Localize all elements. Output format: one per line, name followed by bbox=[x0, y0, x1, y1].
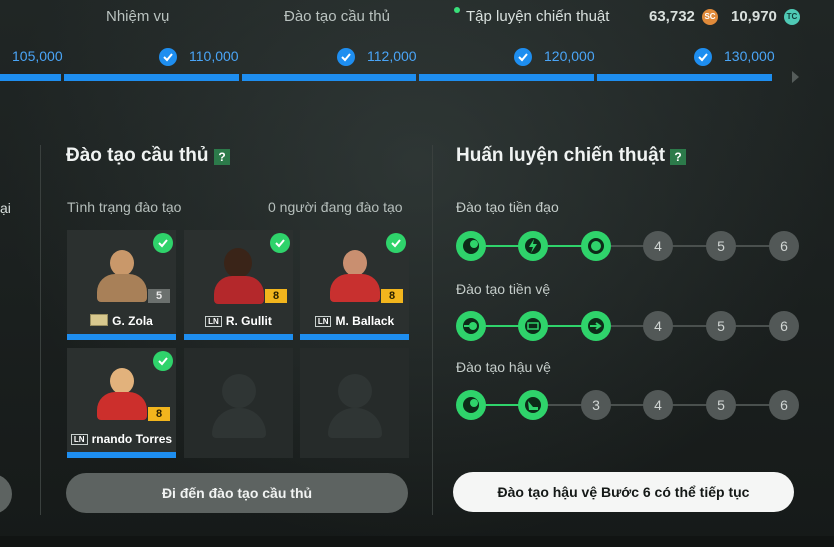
reward-value: 120,000 bbox=[544, 48, 595, 64]
pitch-icon[interactable] bbox=[518, 311, 548, 341]
training-status-label: Tình trạng đào tạo bbox=[67, 199, 182, 215]
player-portrait-body bbox=[97, 274, 147, 302]
reward-value: 110,000 bbox=[189, 48, 239, 64]
season-tag: LN bbox=[70, 434, 88, 445]
sc-coin-icon: SC bbox=[702, 9, 718, 25]
empty-card-slot[interactable] bbox=[184, 348, 293, 458]
card-progress-bar bbox=[67, 334, 176, 340]
card-progress-bar bbox=[300, 334, 409, 340]
training-step[interactable]: 5 bbox=[706, 231, 736, 261]
shield-ball-icon[interactable] bbox=[456, 390, 486, 420]
training-step[interactable]: 6 bbox=[769, 231, 799, 261]
panel-title: Huấn luyện chiến thuật bbox=[456, 145, 666, 166]
player-portrait bbox=[343, 250, 367, 276]
tab-player-training[interactable]: Đào tạo cầu thủ bbox=[284, 8, 390, 25]
player-portrait bbox=[110, 368, 134, 394]
player-portrait-body bbox=[214, 276, 264, 304]
training-step[interactable]: 4 bbox=[643, 311, 673, 341]
lightning-icon[interactable] bbox=[518, 231, 548, 261]
progress-segment bbox=[0, 74, 61, 81]
player-portrait-body bbox=[97, 392, 147, 420]
defense-training-label: Đào tạo hậu vệ bbox=[456, 359, 551, 375]
panel-title: Đào tạo cầu thủ bbox=[66, 145, 209, 166]
tc-balance: 10,970 bbox=[731, 8, 777, 25]
check-icon bbox=[153, 233, 173, 253]
sc-balance: 63,732 bbox=[649, 8, 695, 25]
go-to-player-training-button[interactable]: Đi đến đào tạo cầu thủ bbox=[66, 473, 408, 513]
player-portrait bbox=[224, 248, 252, 278]
forward-training-label: Đào tạo tiền đạo bbox=[456, 199, 559, 215]
training-level-badge: 5 bbox=[148, 289, 170, 303]
progress-segment bbox=[597, 74, 772, 81]
season-tag: LN bbox=[314, 316, 332, 327]
shield-ball-icon[interactable] bbox=[456, 231, 486, 261]
training-level-badge: 8 bbox=[265, 289, 287, 303]
tab-missions[interactable]: Nhiệm vụ bbox=[106, 8, 169, 25]
bottom-bar bbox=[0, 536, 834, 547]
reward-value: 130,000 bbox=[724, 48, 775, 64]
player-card[interactable]: 8 LN rnando Torres bbox=[67, 348, 176, 458]
top-nav: Nhiệm vụ Đào tạo cầu thủ Tập luyện chiến… bbox=[0, 0, 834, 36]
training-step[interactable]: 5 bbox=[706, 390, 736, 420]
training-count-label: 0 người đang đào tạo bbox=[268, 199, 403, 215]
boot-icon[interactable] bbox=[518, 390, 548, 420]
tc-coin-icon: TC bbox=[784, 9, 800, 25]
midfield-training-label: Đào tạo tiền vệ bbox=[456, 281, 551, 297]
training-step[interactable]: 6 bbox=[769, 311, 799, 341]
player-card[interactable]: 8 LN M. Ballack bbox=[300, 230, 409, 340]
training-step[interactable]: 6 bbox=[769, 390, 799, 420]
training-step[interactable]: 4 bbox=[643, 390, 673, 420]
icon-class-badge-icon bbox=[90, 314, 109, 326]
card-progress-bar bbox=[67, 452, 176, 458]
clipped-panel-text: ại bbox=[0, 200, 11, 216]
check-icon bbox=[337, 48, 355, 66]
player-card[interactable]: 5 G. Zola bbox=[67, 230, 176, 340]
player-name: G. Zola bbox=[67, 314, 176, 328]
divider bbox=[40, 145, 41, 515]
empty-player-body bbox=[212, 408, 266, 438]
continue-defense-training-button[interactable]: Đào tạo hậu vệ Bước 6 có thể tiếp tục bbox=[453, 472, 794, 512]
season-tag: LN bbox=[205, 316, 222, 327]
progress-segment bbox=[419, 74, 594, 81]
reward-value: 112,000 bbox=[367, 48, 417, 64]
check-icon bbox=[159, 48, 177, 66]
divider bbox=[432, 145, 433, 515]
ball-motion-icon[interactable] bbox=[456, 311, 486, 341]
tab-tactical-training[interactable]: Tập luyện chiến thuật bbox=[466, 8, 609, 25]
player-name: LN R. Gullit bbox=[184, 314, 293, 328]
reward-progress-strip: 105,000 110,000 112,000 120,000 130,000 bbox=[0, 40, 834, 84]
help-icon[interactable]: ? bbox=[214, 149, 230, 165]
ball-icon[interactable] bbox=[581, 231, 611, 261]
scroll-right-arrow-icon[interactable] bbox=[792, 71, 799, 83]
help-icon[interactable]: ? bbox=[670, 149, 686, 165]
training-level-badge: 8 bbox=[148, 407, 170, 421]
progress-line bbox=[595, 325, 785, 327]
player-portrait bbox=[110, 250, 134, 276]
player-card[interactable]: 8 LN R. Gullit bbox=[184, 230, 293, 340]
training-step[interactable]: 3 bbox=[581, 390, 611, 420]
check-icon bbox=[153, 351, 173, 371]
empty-card-slot[interactable] bbox=[300, 348, 409, 458]
check-icon bbox=[386, 233, 406, 253]
empty-player-icon bbox=[338, 374, 372, 408]
empty-player-icon bbox=[222, 374, 256, 408]
training-step[interactable]: 4 bbox=[643, 231, 673, 261]
player-portrait-body bbox=[330, 274, 380, 302]
card-progress-bar bbox=[184, 334, 293, 340]
player-name: LN M. Ballack bbox=[300, 314, 409, 328]
training-level-badge: 8 bbox=[381, 289, 403, 303]
player-name: LN rnando Torres bbox=[67, 432, 176, 446]
empty-player-body bbox=[328, 408, 382, 438]
check-icon bbox=[514, 48, 532, 66]
progress-segment bbox=[242, 74, 416, 81]
new-indicator-dot bbox=[454, 7, 460, 13]
pass-icon[interactable] bbox=[581, 311, 611, 341]
check-icon bbox=[694, 48, 712, 66]
training-step[interactable]: 5 bbox=[706, 311, 736, 341]
progress-line bbox=[595, 245, 785, 247]
progress-segment bbox=[64, 74, 239, 81]
check-icon bbox=[270, 233, 290, 253]
reward-value: 105,000 bbox=[12, 48, 63, 64]
